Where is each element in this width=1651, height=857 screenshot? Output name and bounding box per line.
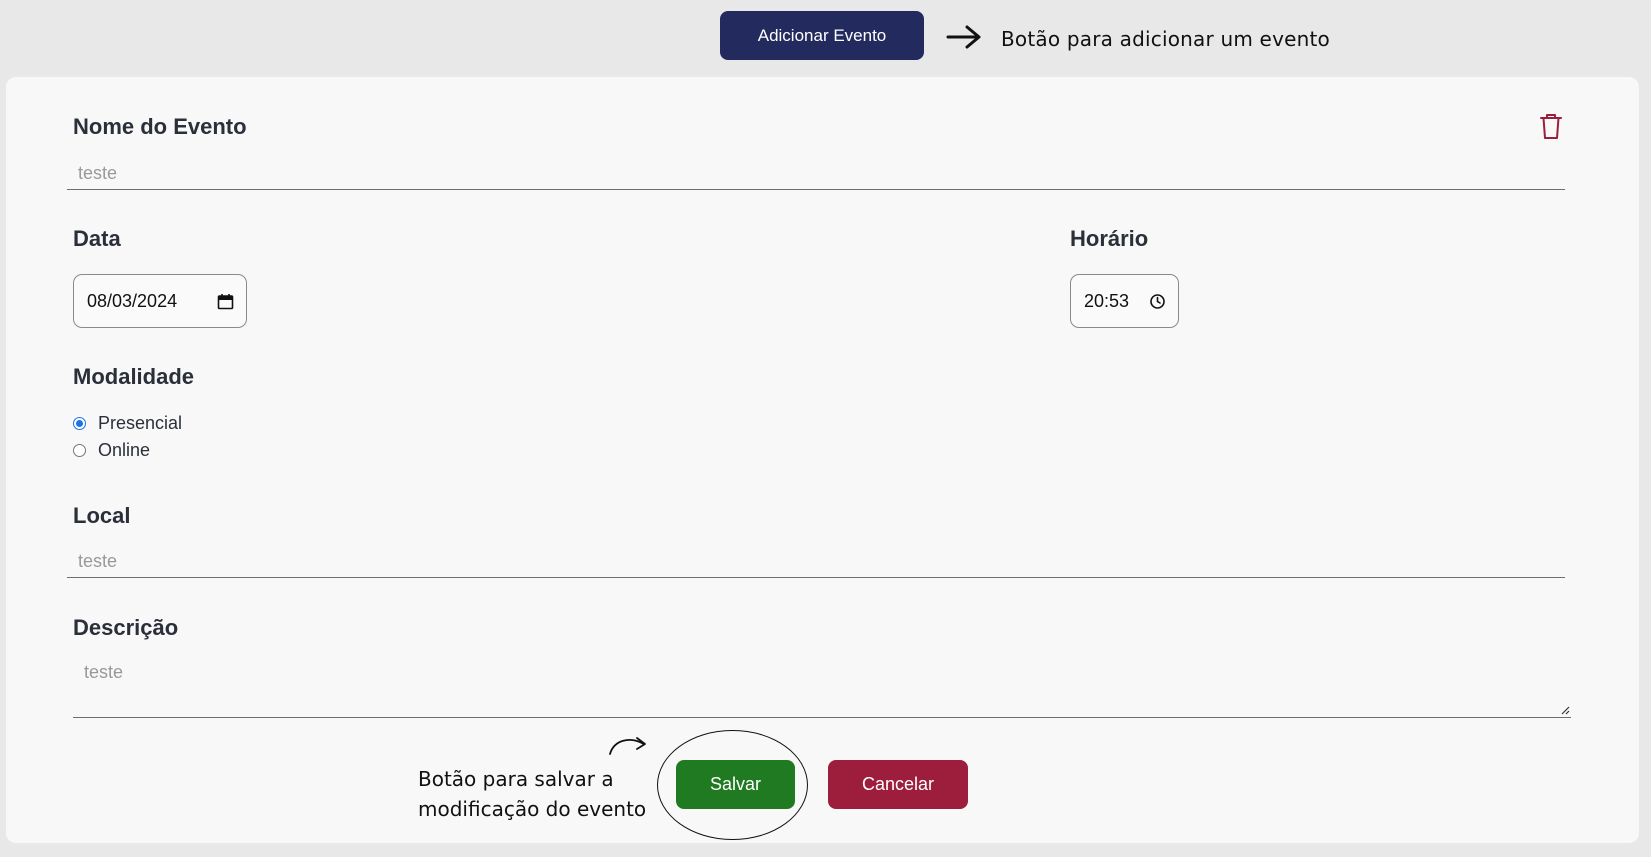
save-button[interactable]: Salvar: [676, 760, 795, 809]
location-label: Local: [73, 503, 131, 528]
radio-presencial[interactable]: [73, 417, 86, 430]
resize-handle-icon[interactable]: [1560, 705, 1570, 715]
modality-label: Modalidade: [73, 364, 195, 389]
radio-online[interactable]: [73, 444, 86, 457]
event-form-card: [6, 77, 1639, 843]
save-button-annotation: Botão para salvar a modificação do event…: [418, 764, 646, 824]
description-label: Descrição: [73, 615, 179, 640]
curved-arrow-icon: [609, 737, 646, 755]
event-name-input[interactable]: teste: [67, 156, 1565, 190]
add-event-button[interactable]: Adicionar Evento: [720, 11, 924, 60]
arrow-right-icon: [946, 25, 981, 49]
event-name-label: Nome do Evento: [73, 114, 247, 139]
top-bar: Adicionar Evento Botão para adicionar um…: [0, 0, 1651, 76]
radio-presencial-label: Presencial: [98, 413, 183, 433]
radio-online-label: Online: [98, 440, 151, 460]
trash-icon[interactable]: [1538, 112, 1564, 140]
clock-icon[interactable]: [1149, 293, 1166, 310]
add-button-annotation: Botão para adicionar um evento: [1001, 27, 1330, 51]
cancel-button[interactable]: Cancelar: [828, 760, 968, 809]
description-value: teste: [84, 662, 124, 682]
radio-option-presencial[interactable]: Presencial: [73, 413, 182, 434]
calendar-icon[interactable]: [217, 293, 234, 310]
date-label: Data: [73, 226, 121, 251]
time-value: 20:53: [1084, 290, 1130, 311]
location-input[interactable]: teste: [67, 544, 1565, 578]
time-input[interactable]: 20:53: [1070, 274, 1179, 328]
description-textarea[interactable]: teste: [73, 652, 1571, 718]
date-input[interactable]: 08/03/2024: [73, 274, 247, 328]
date-value: 08/03/2024: [87, 290, 178, 311]
save-annotation-line-2: modificação do evento: [418, 797, 647, 821]
save-annotation-line-1: Botão para salvar a: [418, 767, 614, 791]
time-label: Horário: [1070, 226, 1149, 251]
radio-option-online[interactable]: Online: [73, 440, 150, 461]
